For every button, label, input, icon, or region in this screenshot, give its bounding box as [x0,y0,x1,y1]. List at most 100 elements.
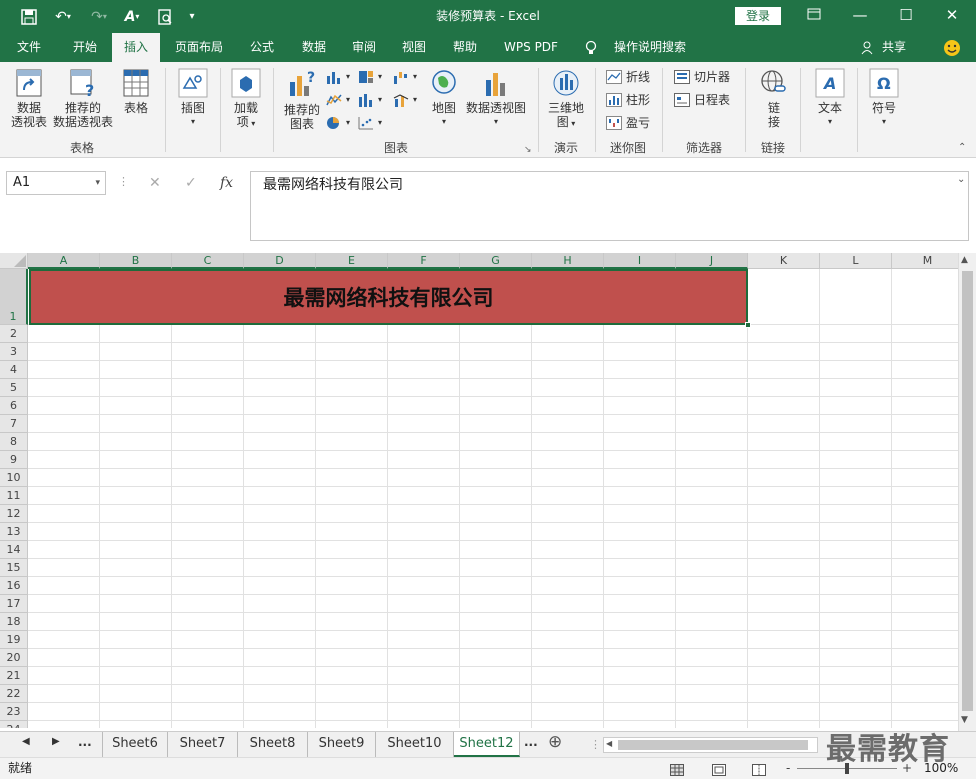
sheet-tab[interactable]: Sheet9 [308,732,376,757]
formula-input[interactable]: 最需网络科技有限公司 [250,171,969,241]
redo-icon[interactable]: ↷ ▾ [84,0,114,33]
row-header[interactable]: 4 [0,361,28,379]
sheet-tab[interactable]: Sheet6 [102,732,168,757]
scatter-chart-button[interactable]: ▾ [358,114,382,132]
recommended-pivot-button[interactable]: ? 推荐的 数据透视表 [52,68,114,129]
insert-function-button[interactable]: fx [220,172,233,194]
column-header[interactable]: H [532,253,604,269]
row-header[interactable]: 21 [0,667,28,685]
addins-button[interactable]: 加载项 ▾ [226,68,266,131]
column-header[interactable]: I [604,253,676,269]
column-header[interactable]: J [676,253,748,269]
column-header[interactable]: A [28,253,100,269]
column-header[interactable]: L [820,253,892,269]
row-header[interactable]: 15 [0,559,28,577]
fill-handle[interactable] [745,322,751,328]
sparkline-line-button[interactable]: 折线 [606,68,650,86]
zoom-out-button[interactable]: - [786,758,790,778]
font-color-icon[interactable]: A ▾ [118,0,146,33]
column-header[interactable]: K [748,253,820,269]
pivot-table-button[interactable]: 数据 透视表 [8,68,50,129]
expand-formula-bar-icon[interactable]: ⌄ [957,174,965,185]
add-sheet-button[interactable]: ⊕ [548,732,562,752]
scroll-sheets-left-icon[interactable]: ◀ [22,736,30,747]
row-header[interactable]: 9 [0,451,28,469]
ribbon-display-icon[interactable] [791,0,837,33]
waterfall-chart-button[interactable]: ▾ [393,68,417,86]
page-break-view-icon[interactable] [752,762,766,779]
close-button[interactable]: ✕ [929,0,975,33]
row-header[interactable]: 10 [0,469,28,487]
row-header[interactable]: 17 [0,595,28,613]
maps-button[interactable]: 地图 ▾ [428,68,460,129]
row-header[interactable]: 3 [0,343,28,361]
pivot-chart-button[interactable]: 数据透视图 ▾ [463,68,529,129]
more-sheets-right[interactable]: ... [524,735,538,749]
scroll-down-icon[interactable]: ▼ [961,715,968,725]
row-header[interactable]: 23 [0,703,28,721]
row-header[interactable]: 19 [0,631,28,649]
worksheet-grid[interactable]: A B C D E F G H I J K L M 1 2 3 4 5 6 7 8 9 10 11 12 13 14 15 16 17 18… [0,253,958,728]
tab-formulas[interactable]: 公式 [240,33,284,62]
column-header[interactable]: C [172,253,244,269]
tab-review[interactable]: 审阅 [342,33,386,62]
row-header[interactable]: 5 [0,379,28,397]
row-header[interactable]: 14 [0,541,28,559]
sparkline-winloss-button[interactable]: 盈亏 [606,114,650,132]
column-header[interactable]: G [460,253,532,269]
share-button[interactable]: 共享 [876,33,912,62]
row-header[interactable]: 8 [0,433,28,451]
stat-chart-button[interactable]: ▾ [358,91,382,109]
save-icon[interactable] [18,0,40,33]
vertical-scroll-thumb[interactable] [962,271,973,711]
tab-file[interactable]: 文件 [6,33,52,62]
minimize-button[interactable]: — [837,0,883,33]
name-box[interactable]: A1 ▾ [6,171,106,195]
tab-wps-pdf[interactable]: WPS PDF [498,33,564,62]
row-header[interactable]: 20 [0,649,28,667]
scroll-sheets-right-icon[interactable]: ▶ [52,736,60,747]
row-header[interactable]: 13 [0,523,28,541]
vertical-scrollbar[interactable]: ▲ ▼ [958,253,976,731]
tab-home[interactable]: 开始 [60,33,110,62]
maximize-button[interactable]: ☐ [883,0,929,33]
row-header[interactable]: 11 [0,487,28,505]
tab-help[interactable]: 帮助 [443,33,487,62]
page-layout-view-icon[interactable] [712,762,726,779]
combo-chart-button[interactable]: ▾ [393,91,417,109]
timeline-button[interactable]: 日程表 [674,91,730,109]
sparkline-column-button[interactable]: 柱形 [606,91,650,109]
confirm-entry-button[interactable]: ✓ [185,172,197,194]
row-header[interactable]: 16 [0,577,28,595]
recommended-charts-button[interactable]: ? 推荐的 图表 [280,68,324,131]
normal-view-icon[interactable] [670,762,684,779]
merged-cell-a1-j1[interactable]: 最需网络科技有限公司 [29,269,748,325]
row-header[interactable]: 18 [0,613,28,631]
tab-data[interactable]: 数据 [292,33,336,62]
row-header[interactable]: 1 [0,269,28,325]
undo-icon[interactable]: ↶ ▾ [48,0,78,33]
sheet-tab-active[interactable]: Sheet12 [454,732,520,757]
sheet-tab[interactable]: Sheet10 [376,732,454,757]
scroll-up-icon[interactable]: ▲ [961,255,968,265]
collapse-ribbon-icon[interactable]: ⌃ [958,142,966,153]
3d-map-button[interactable]: 三维地图 ▾ [544,68,588,131]
tab-view[interactable]: 视图 [392,33,436,62]
tab-split-grip-icon[interactable]: ⋮ [590,738,601,751]
symbols-button[interactable]: Ω 符号 ▾ [864,68,904,129]
illustrations-button[interactable]: 插图 ▾ [173,68,213,129]
column-header[interactable]: M [892,253,958,269]
tab-page-layout[interactable]: 页面布局 [168,33,230,62]
row-header[interactable]: 2 [0,325,28,343]
customize-qa-icon[interactable]: ▾ [184,0,200,33]
more-sheets-left[interactable]: ... [78,735,92,749]
sheet-tab[interactable]: Sheet8 [238,732,308,757]
tab-insert[interactable]: 插入 [112,33,160,62]
text-button[interactable]: A 文本 ▾ [810,68,850,129]
scroll-left-icon[interactable]: ◀ [606,739,612,748]
row-header[interactable]: 12 [0,505,28,523]
column-header[interactable]: D [244,253,316,269]
charts-dialog-launcher-icon[interactable]: ↘ [524,145,532,155]
pie-chart-button[interactable]: ▾ [326,114,350,132]
column-chart-button[interactable]: ▾ [326,68,350,86]
